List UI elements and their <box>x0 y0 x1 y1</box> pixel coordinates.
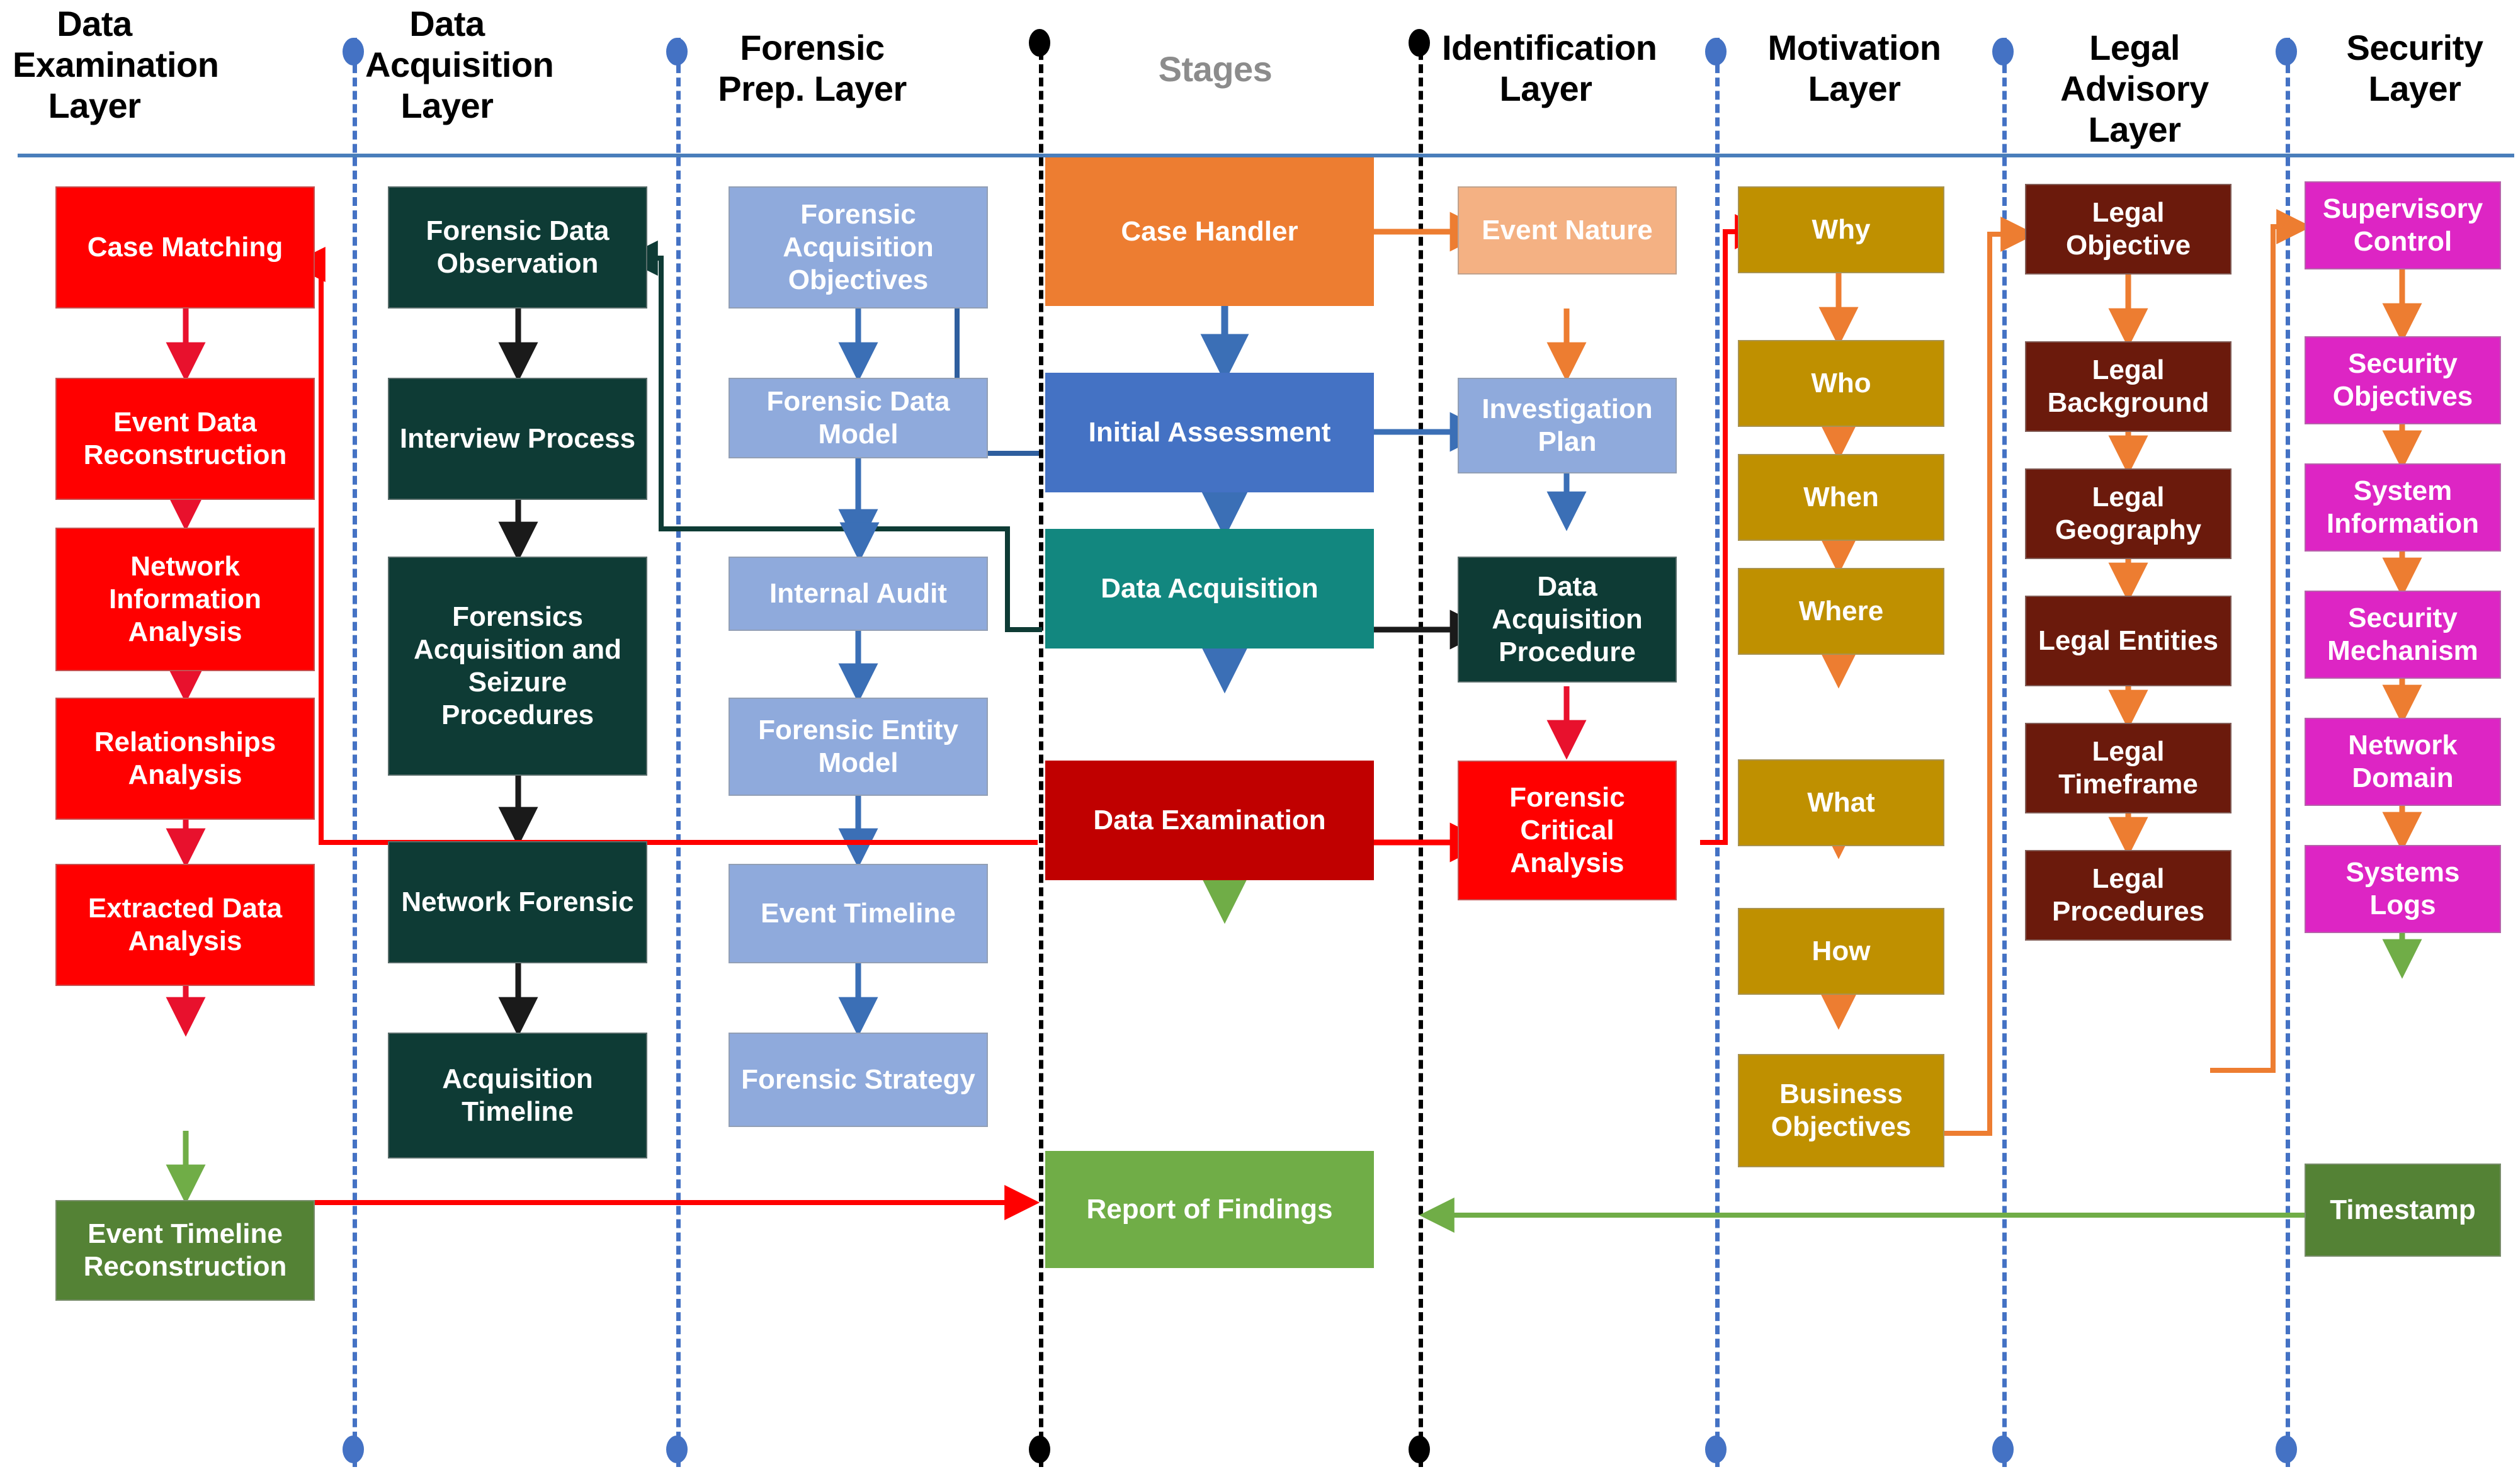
box-case-handler[interactable]: Case Handler <box>1045 157 1374 306</box>
box-data-examination[interactable]: Data Examination <box>1045 761 1374 880</box>
header-forensic-prep-layer: Forensic Prep. Layer <box>718 28 907 108</box>
box-who[interactable]: Who <box>1738 340 1944 427</box>
box-extracted-data-analysis[interactable]: Extracted Data Analysis <box>55 864 315 986</box>
lane-endpoint-dot-top-7 <box>2276 38 2297 65</box>
box-forensic-critical-analysis[interactable]: Forensic Critical Analysis <box>1458 761 1677 900</box>
box-when[interactable]: When <box>1738 454 1944 541</box>
box-forensic-entity-model[interactable]: Forensic Entity Model <box>729 698 988 796</box>
box-legal-entities[interactable]: Legal Entities <box>2025 596 2232 686</box>
box-network-forensic[interactable]: Network Forensic <box>388 841 647 963</box>
lane-divider-4 <box>1419 38 1423 1467</box>
lane-endpoint-dot-top-6 <box>1992 38 2014 65</box>
box-event-data-reconstruction[interactable]: Event Data Reconstruction <box>55 378 315 500</box>
header-legal-advisory-layer: Legal Advisory Layer <box>2060 28 2209 149</box>
lane-endpoint-dot-bottom-7 <box>2276 1436 2297 1463</box>
box-forensic-strategy[interactable]: Forensic Strategy <box>729 1033 988 1127</box>
box-event-timeline[interactable]: Event Timeline <box>729 864 988 963</box>
lane-divider-7 <box>2286 38 2290 1467</box>
box-data-acquisition[interactable]: Data Acquisition <box>1045 529 1374 649</box>
lane-endpoint-dot-top-4 <box>1409 29 1430 57</box>
box-event-nature[interactable]: Event Nature <box>1458 186 1677 275</box>
box-legal-geography[interactable]: Legal Geography <box>2025 468 2232 559</box>
lane-divider-6 <box>2002 38 2007 1467</box>
box-network-domain[interactable]: Network Domain <box>2305 718 2501 806</box>
box-legal-objective[interactable]: Legal Objective <box>2025 184 2232 275</box>
lane-endpoint-dot-bottom-2 <box>666 1436 688 1463</box>
box-security-objectives[interactable]: Security Objectives <box>2305 336 2501 424</box>
box-case-matching[interactable]: Case Matching <box>55 186 315 309</box>
box-network-information-analysis[interactable]: Network Information Analysis <box>55 528 315 671</box>
header-security-layer: Security Layer <box>2346 28 2484 108</box>
box-how[interactable]: How <box>1738 908 1944 995</box>
lane-endpoint-dot-bottom-1 <box>343 1436 364 1463</box>
lane-endpoint-dot-bottom-4 <box>1409 1436 1430 1463</box>
box-internal-audit[interactable]: Internal Audit <box>729 557 988 631</box>
box-acquisition-timeline[interactable]: Acquisition Timeline <box>388 1033 647 1158</box>
lane-endpoint-dot-top-5 <box>1705 38 1727 65</box>
box-report-of-findings[interactable]: Report of Findings <box>1045 1151 1374 1268</box>
lane-endpoint-dot-top-3 <box>1029 29 1050 57</box>
lane-endpoint-dot-bottom-6 <box>1992 1436 2014 1463</box>
box-initial-assessment[interactable]: Initial Assessment <box>1045 373 1374 492</box>
header-data-acquisition-layer: Data Acquisition Layer <box>365 4 554 125</box>
box-event-timeline-reconstruction[interactable]: Event Timeline Reconstruction <box>55 1200 315 1301</box>
box-forensic-data-model[interactable]: Forensic Data Model <box>729 378 988 458</box>
header-stages: Stages <box>1158 49 1273 89</box>
header-motivation-layer: Motivation Layer <box>1767 28 1941 108</box>
box-systems-logs[interactable]: Systems Logs <box>2305 845 2501 933</box>
lane-divider-1 <box>353 38 357 1467</box>
box-legal-timeframe[interactable]: Legal Timeframe <box>2025 723 2232 813</box>
box-legal-procedures[interactable]: Legal Procedures <box>2025 850 2232 941</box>
box-supervisory-control[interactable]: Supervisory Control <box>2305 181 2501 269</box>
box-where[interactable]: Where <box>1738 568 1944 655</box>
box-why[interactable]: Why <box>1738 186 1944 273</box>
box-system-information[interactable]: System Information <box>2305 463 2501 552</box>
box-legal-background[interactable]: Legal Background <box>2025 341 2232 432</box>
box-data-acquisition-procedure[interactable]: Data Acquisition Procedure <box>1458 557 1677 683</box>
lane-endpoint-dot-bottom-3 <box>1029 1436 1050 1463</box>
header-identification-layer: Identification Layer <box>1442 28 1657 108</box>
lane-endpoint-dot-top-2 <box>666 38 688 65</box>
header-data-examination-layer: Data Examination Layer <box>13 4 219 125</box>
box-timestamp[interactable]: Timestamp <box>2305 1164 2501 1257</box>
lane-endpoint-dot-bottom-5 <box>1705 1436 1727 1463</box>
box-relationships-analysis[interactable]: Relationships Analysis <box>55 698 315 820</box>
box-forensics-acquisition-seizure[interactable]: Forensics Acquisition and Seizure Proced… <box>388 557 647 776</box>
lane-divider-2 <box>676 38 681 1467</box>
box-interview-process[interactable]: Interview Process <box>388 378 647 500</box>
box-investigation-plan[interactable]: Investigation Plan <box>1458 378 1677 473</box>
box-forensic-data-observation[interactable]: Forensic Data Observation <box>388 186 647 309</box>
lane-divider-5 <box>1715 38 1720 1467</box>
box-security-mechanism[interactable]: Security Mechanism <box>2305 591 2501 679</box>
lane-endpoint-dot-top-1 <box>343 38 364 65</box>
box-business-objectives[interactable]: Business Objectives <box>1738 1054 1944 1167</box>
box-forensic-acquisition-objectives[interactable]: Forensic Acquisition Objectives <box>729 186 988 309</box>
lane-divider-3 <box>1039 38 1043 1467</box>
diagram-canvas: Data Examination Layer Data Acquisition Laye… <box>0 0 2518 1484</box>
box-what[interactable]: What <box>1738 759 1944 846</box>
